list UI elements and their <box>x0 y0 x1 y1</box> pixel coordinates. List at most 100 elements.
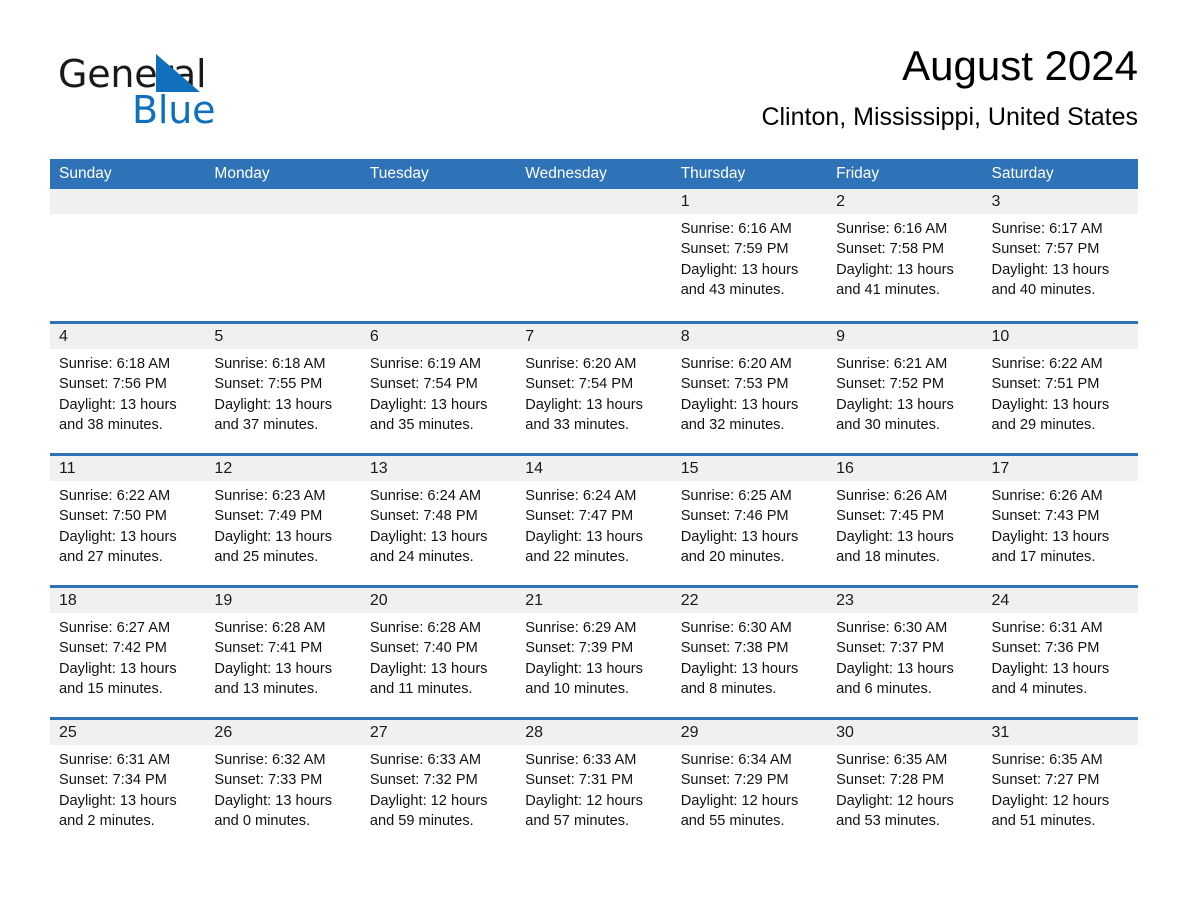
day-cell[interactable]: 2 Sunrise: 6:16 AM Sunset: 7:58 PM Daylight… <box>827 189 983 321</box>
day-cell[interactable]: 27 Sunrise: 6:33 AM Sunset: 7:32 PM Dayligh… <box>360 720 517 849</box>
daylight-text-line2: and 59 minutes. <box>369 812 474 829</box>
day-cell[interactable]: 19 Sunrise: 6:28 AM Sunset: 7:41 PM Dayligh… <box>205 588 361 717</box>
day-cell[interactable]: 21 Sunrise: 6:29 AM Sunset: 7:39 PM Dayligh… <box>516 588 672 717</box>
daylight-text-line2: and 25 minutes. <box>214 548 319 565</box>
day-number-band: 12 <box>205 456 361 481</box>
sunrise-text: Sunrise: 6:35 AM <box>991 752 1103 768</box>
daylight-text-line2: and 17 minutes. <box>991 548 1096 565</box>
sunset-text: Sunset: 7:32 PM <box>369 772 478 789</box>
calendar-week-row: 25 Sunrise: 6:31 AM Sunset: 7:34 PM Dayligh… <box>50 717 1138 849</box>
weekday-header-monday: Monday <box>214 165 270 182</box>
daylight-text-line1: Daylight: 12 hours <box>836 792 954 809</box>
day-number: 28 <box>525 724 544 741</box>
sunrise-text: Sunrise: 6:16 AM <box>836 221 948 237</box>
day-cell[interactable]: 3 Sunrise: 6:17 AM Sunset: 7:57 PM Daylight… <box>982 189 1138 321</box>
day-number-band: 28 <box>516 720 672 745</box>
day-cell[interactable]: 7 Sunrise: 6:20 AM Sunset: 7:54 PM Daylight… <box>516 324 672 453</box>
day-cell[interactable]: 1 Sunrise: 6:16 AM Sunset: 7:59 PM Daylight… <box>671 189 828 321</box>
day-number-band: 29 <box>671 720 828 745</box>
daylight-text-line2: and 41 minutes. <box>836 281 940 298</box>
sunset-text: Sunset: 7:41 PM <box>214 640 323 657</box>
day-cell[interactable]: 12 Sunrise: 6:23 AM Sunset: 7:49 PM Dayligh… <box>205 456 361 585</box>
day-cell[interactable]: 13 Sunrise: 6:24 AM Sunset: 7:48 PM Dayligh… <box>360 456 517 585</box>
day-cell[interactable]: 30 Sunrise: 6:35 AM Sunset: 7:28 PM Dayligh… <box>827 720 983 849</box>
day-cell[interactable]: 4 Sunrise: 6:18 AM Sunset: 7:56 PM Daylight… <box>50 324 206 453</box>
general-blue-logo[interactable]: General Blue <box>58 52 278 134</box>
day-details: Sunrise: 6:18 AM Sunset: 7:56 PM Daylight:… <box>50 349 205 435</box>
sunset-text: Sunset: 7:47 PM <box>525 508 634 525</box>
sunrise-text: Sunrise: 6:21 AM <box>836 356 948 372</box>
day-cell[interactable]: 17 Sunrise: 6:26 AM Sunset: 7:43 PM Dayligh… <box>982 456 1138 585</box>
day-cell[interactable]: 26 Sunrise: 6:32 AM Sunset: 7:33 PM Dayligh… <box>205 720 361 849</box>
daylight-text-line1: Daylight: 13 hours <box>525 528 643 545</box>
sunrise-text: Sunrise: 6:16 AM <box>680 221 792 237</box>
sunset-text: Sunset: 7:48 PM <box>369 508 478 525</box>
calendar-weeks: 1 Sunrise: 6:16 AM Sunset: 7:59 PM Daylight… <box>50 189 1138 849</box>
daylight-text-line2: and 37 minutes. <box>214 416 319 433</box>
daylight-text-line1: Daylight: 13 hours <box>214 660 333 677</box>
day-cell[interactable]: 14 Sunrise: 6:24 AM Sunset: 7:47 PM Dayligh… <box>516 456 672 585</box>
day-cell-empty <box>205 189 361 321</box>
day-cell[interactable]: 20 Sunrise: 6:28 AM Sunset: 7:40 PM Dayligh… <box>360 588 517 717</box>
day-number-band: 14 <box>516 456 672 481</box>
day-cell[interactable]: 23 Sunrise: 6:30 AM Sunset: 7:37 PM Dayligh… <box>827 588 983 717</box>
day-number: 16 <box>836 460 854 477</box>
day-cell[interactable]: 15 Sunrise: 6:25 AM Sunset: 7:46 PM Dayligh… <box>671 456 828 585</box>
daylight-text-line2: and 2 minutes. <box>59 812 155 829</box>
day-cell[interactable]: 24 Sunrise: 6:31 AM Sunset: 7:36 PM Dayligh… <box>982 588 1138 717</box>
day-number-band: 2 <box>827 189 983 214</box>
sunrise-text: Sunrise: 6:34 AM <box>680 752 792 768</box>
weekday-header-sunday: Sunday <box>59 165 112 182</box>
day-number: 10 <box>991 328 1010 345</box>
daylight-text-line2: and 15 minutes. <box>59 680 163 697</box>
daylight-text-line2: and 51 minutes. <box>991 812 1096 829</box>
day-cell[interactable]: 16 Sunrise: 6:26 AM Sunset: 7:45 PM Dayligh… <box>827 456 983 585</box>
day-cell[interactable]: 31 Sunrise: 6:35 AM Sunset: 7:27 PM Dayligh… <box>982 720 1138 849</box>
day-cell[interactable]: 8 Sunrise: 6:20 AM Sunset: 7:53 PM Daylight… <box>671 324 828 453</box>
daylight-text-line2: and 27 minutes. <box>59 548 163 565</box>
sunset-text: Sunset: 7:55 PM <box>214 376 323 393</box>
daylight-text-line1: Daylight: 13 hours <box>836 660 954 677</box>
daylight-text-line1: Daylight: 13 hours <box>59 396 177 413</box>
day-number-band: 20 <box>360 588 517 613</box>
sunset-text: Sunset: 7:59 PM <box>680 241 789 258</box>
day-cell[interactable]: 29 Sunrise: 6:34 AM Sunset: 7:29 PM Dayligh… <box>671 720 828 849</box>
day-cell[interactable]: 18 Sunrise: 6:27 AM Sunset: 7:42 PM Dayligh… <box>50 588 206 717</box>
day-details: Sunrise: 6:22 AM Sunset: 7:50 PM Daylight:… <box>50 481 205 567</box>
day-number: 17 <box>991 460 1010 477</box>
day-cell[interactable]: 11 Sunrise: 6:22 AM Sunset: 7:50 PM Dayligh… <box>50 456 206 585</box>
day-details: Sunrise: 6:27 AM Sunset: 7:42 PM Daylight:… <box>50 613 205 699</box>
sunset-text: Sunset: 7:34 PM <box>59 772 167 789</box>
weekday-header-row: Sunday Monday Tuesday Wednesday Thursday… <box>50 159 1138 189</box>
sunset-text: Sunset: 7:28 PM <box>836 772 945 789</box>
sunrise-text: Sunrise: 6:23 AM <box>214 488 326 504</box>
day-number-band: 1 <box>671 189 828 214</box>
day-cell[interactable]: 6 Sunrise: 6:19 AM Sunset: 7:54 PM Daylight… <box>360 324 517 453</box>
day-details: Sunrise: 6:19 AM Sunset: 7:54 PM Daylight:… <box>361 349 516 435</box>
day-details: Sunrise: 6:22 AM Sunset: 7:51 PM Daylight:… <box>983 349 1138 435</box>
daylight-text-line2: and 38 minutes. <box>59 416 163 433</box>
day-number: 4 <box>59 328 68 345</box>
sunset-text: Sunset: 7:58 PM <box>836 241 945 258</box>
day-number-band: 23 <box>827 588 983 613</box>
sunrise-text: Sunrise: 6:32 AM <box>214 752 326 768</box>
day-number-band: 16 <box>827 456 983 481</box>
day-cell[interactable]: 5 Sunrise: 6:18 AM Sunset: 7:55 PM Daylight… <box>205 324 361 453</box>
day-cell[interactable]: 10 Sunrise: 6:22 AM Sunset: 7:51 PM Dayligh… <box>982 324 1138 453</box>
day-details: Sunrise: 6:29 AM Sunset: 7:39 PM Daylight:… <box>516 613 671 699</box>
daylight-text-line2: and 6 minutes. <box>836 680 932 697</box>
day-cell[interactable]: 25 Sunrise: 6:31 AM Sunset: 7:34 PM Dayligh… <box>50 720 206 849</box>
day-number: 20 <box>369 592 388 609</box>
day-cell[interactable]: 22 Sunrise: 6:30 AM Sunset: 7:38 PM Dayligh… <box>671 588 828 717</box>
day-number-band: 18 <box>50 588 206 613</box>
day-number: 27 <box>369 724 388 741</box>
day-cell[interactable]: 28 Sunrise: 6:33 AM Sunset: 7:31 PM Dayligh… <box>516 720 672 849</box>
day-number-band: 8 <box>671 324 828 349</box>
daylight-text-line1: Daylight: 13 hours <box>214 396 333 413</box>
day-cell[interactable]: 9 Sunrise: 6:21 AM Sunset: 7:52 PM Daylight… <box>827 324 983 453</box>
daylight-text-line2: and 40 minutes. <box>991 281 1096 298</box>
weekday-header-wednesday: Wednesday <box>525 165 607 182</box>
daylight-text-line2: and 20 minutes. <box>680 548 785 565</box>
day-details: Sunrise: 6:32 AM Sunset: 7:33 PM Daylight:… <box>205 745 360 831</box>
daylight-text-line2: and 57 minutes. <box>525 812 630 829</box>
